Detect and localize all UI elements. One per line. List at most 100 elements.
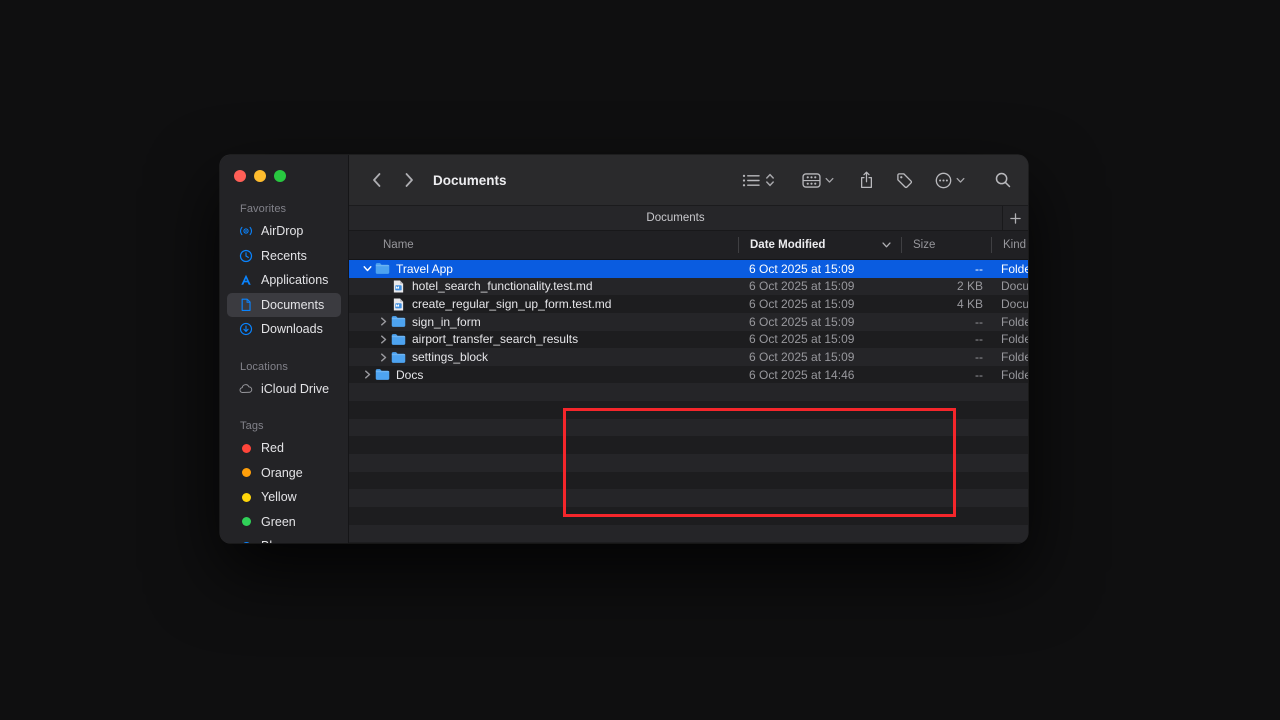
kind-cell: Document — [991, 279, 1028, 293]
sidebar-item-icloud-drive[interactable]: iCloud Drive — [227, 377, 341, 402]
file-name: settings_block — [412, 350, 488, 364]
column-header-date-modified[interactable]: Date Modified — [738, 237, 901, 253]
sidebar-item-label: iCloud Drive — [261, 382, 329, 396]
date-modified-cell: 6 Oct 2025 at 15:09 — [738, 279, 901, 293]
disclosure-chevron-right-icon[interactable] — [361, 370, 373, 379]
forward-button[interactable] — [398, 169, 420, 191]
more-options-icon — [935, 172, 952, 189]
search-button[interactable] — [995, 172, 1011, 188]
kind-cell: Document — [991, 297, 1028, 311]
file-name: sign_in_form — [412, 315, 481, 329]
date-modified-cell: 6 Oct 2025 at 14:46 — [738, 368, 901, 382]
group-by-button[interactable] — [802, 173, 834, 188]
tab-documents[interactable]: Documents — [349, 212, 1002, 224]
plus-icon — [1010, 213, 1021, 224]
minimize-button[interactable] — [254, 170, 266, 182]
disclosure-chevron-right-icon[interactable] — [377, 317, 389, 326]
size-cell: -- — [901, 332, 991, 346]
sidebar-item-label: Yellow — [261, 490, 297, 504]
share-button[interactable] — [859, 171, 874, 189]
kind-cell: Folder — [991, 262, 1028, 276]
file-list: Travel App6 Oct 2025 at 15:09--Folderhot… — [349, 260, 1028, 543]
group-by-icon — [802, 173, 821, 188]
toolbar: Documents — [349, 155, 1028, 205]
file-name: Docs — [396, 368, 423, 382]
empty-row — [349, 525, 1028, 543]
name-cell: create_regular_sign_up_form.test.md — [349, 297, 738, 311]
markdown-file-icon — [391, 280, 406, 293]
sidebar-item-red[interactable]: Red — [227, 436, 341, 461]
back-button[interactable] — [365, 169, 387, 191]
file-row-hotel-search-functionality-test-md[interactable]: hotel_search_functionality.test.md6 Oct … — [349, 278, 1028, 296]
name-cell: Travel App — [349, 262, 738, 276]
folder-icon — [391, 351, 406, 364]
file-row-docs[interactable]: Docs6 Oct 2025 at 14:46--Folder — [349, 366, 1028, 384]
file-row-travel-app[interactable]: Travel App6 Oct 2025 at 15:09--Folder — [349, 260, 1028, 278]
date-modified-cell: 6 Oct 2025 at 15:09 — [738, 332, 901, 346]
list-view-button[interactable] — [742, 172, 775, 188]
yellow-tag-dot-icon — [242, 493, 251, 502]
tag-button[interactable] — [896, 172, 913, 189]
column-header-name[interactable]: Name — [349, 239, 738, 251]
green-tag-dot-icon — [242, 517, 251, 526]
date-modified-cell: 6 Oct 2025 at 15:09 — [738, 297, 901, 311]
more-options-button[interactable] — [935, 172, 965, 189]
kind-cell: Folder — [991, 332, 1028, 346]
sidebar-item-airdrop[interactable]: AirDrop — [227, 219, 341, 244]
empty-row — [349, 507, 1028, 525]
sidebar-item-label: AirDrop — [261, 224, 303, 238]
cloud-icon — [238, 381, 254, 397]
sidebar-item-downloads[interactable]: Downloads — [227, 317, 341, 342]
file-row-sign-in-form[interactable]: sign_in_form6 Oct 2025 at 15:09--Folder — [349, 313, 1028, 331]
file-row-airport-transfer-search-results[interactable]: airport_transfer_search_results 6 Oct 202… — [349, 331, 1028, 349]
finder-window: FavoritesAirDropRecentsApplicationsDocum… — [220, 155, 1028, 543]
sidebar-item-label: Orange — [261, 466, 303, 480]
name-cell: sign_in_form — [349, 315, 738, 329]
size-cell: 4 KB — [901, 297, 991, 311]
name-cell: hotel_search_functionality.test.md — [349, 279, 738, 293]
disclosure-chevron-down-icon[interactable] — [361, 265, 373, 272]
download-icon — [238, 321, 254, 337]
name-cell: settings_block — [349, 350, 738, 364]
sidebar-item-green[interactable]: Green — [227, 510, 341, 535]
sidebar-item-label: Recents — [261, 249, 307, 263]
sidebar-item-applications[interactable]: Applications — [227, 268, 341, 293]
dropdown-chevron-icon — [956, 177, 965, 184]
date-modified-cell: 6 Oct 2025 at 15:09 — [738, 262, 901, 276]
file-name: Travel App — [396, 262, 453, 276]
kind-cell: Folder — [991, 350, 1028, 364]
zoom-button[interactable] — [274, 170, 286, 182]
close-button[interactable] — [234, 170, 246, 182]
orange-tag-dot-icon — [242, 468, 251, 477]
size-cell: -- — [901, 368, 991, 382]
file-name: airport_transfer_search_results — [412, 332, 578, 346]
sidebar-item-label: Applications — [261, 273, 328, 287]
column-header-kind[interactable]: Kind — [991, 237, 1028, 253]
sidebar-item-documents[interactable]: Documents — [227, 293, 341, 318]
file-row-settings-block[interactable]: settings_block6 Oct 2025 at 15:09--Folde… — [349, 348, 1028, 366]
sidebar-item-yellow[interactable]: Yellow — [227, 485, 341, 510]
sidebar-section-title: Locations — [220, 352, 348, 377]
clock-icon — [238, 248, 254, 264]
sort-carets-icon — [765, 172, 775, 188]
size-cell: 2 KB — [901, 279, 991, 293]
file-name: create_regular_sign_up_form.test.md — [412, 297, 611, 311]
file-row-create-regular-sign-up-form-test-md[interactable]: create_regular_sign_up_form.test.md 6 Oct… — [349, 295, 1028, 313]
empty-row — [349, 542, 1028, 543]
sidebar-item-label: Documents — [261, 298, 324, 312]
sidebar-item-blue[interactable]: Blue — [227, 534, 341, 543]
sidebar-item-label: Downloads — [261, 322, 323, 336]
column-header-size[interactable]: Size — [901, 237, 991, 253]
new-tab-button[interactable] — [1002, 206, 1028, 230]
sidebar-item-recents[interactable]: Recents — [227, 244, 341, 269]
sidebar-item-orange[interactable]: Orange — [227, 461, 341, 486]
markdown-file-icon — [391, 298, 406, 311]
share-icon — [859, 171, 874, 189]
column-header-row: Name Date Modified Size Kind — [349, 231, 1028, 260]
document-icon — [238, 297, 254, 313]
disclosure-chevron-right-icon[interactable] — [377, 335, 389, 344]
disclosure-chevron-right-icon[interactable] — [377, 353, 389, 362]
date-modified-cell: 6 Oct 2025 at 15:09 — [738, 315, 901, 329]
window-title: Documents — [433, 173, 507, 188]
sort-chevron-down-icon — [882, 237, 891, 253]
